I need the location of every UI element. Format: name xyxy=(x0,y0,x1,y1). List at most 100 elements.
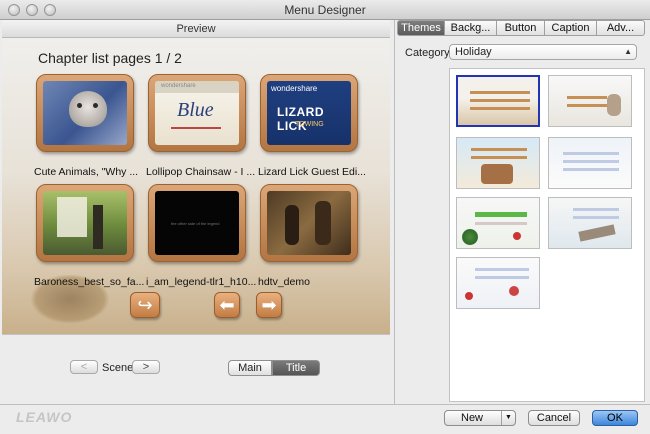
kitten-eye-left xyxy=(77,103,82,108)
kitten-shape xyxy=(69,91,107,127)
title-menu-toggle[interactable]: Title xyxy=(272,360,320,376)
thumb-3-title: LIZARD LICK xyxy=(277,105,324,133)
thumb-6-figure-1 xyxy=(285,205,299,245)
category-label: Category xyxy=(405,47,450,59)
new-button[interactable]: New ▼ xyxy=(444,410,516,426)
chapter-thumbnail-5[interactable]: the other side of the legend xyxy=(148,184,246,262)
preview-controls xyxy=(2,334,390,404)
theme-4-bar-2 xyxy=(563,160,619,163)
window-titlebar: Menu Designer xyxy=(0,0,650,20)
theme-3-bar-2 xyxy=(471,156,527,159)
chapter-caption-5[interactable]: i_am_legend-tlr1_h10... xyxy=(146,276,258,288)
theme-2-bar-2 xyxy=(567,104,607,107)
theme-1-bar-1 xyxy=(470,91,530,94)
chapter-caption-3[interactable]: Lizard Lick Guest Edi... xyxy=(258,166,370,178)
theme-item-6[interactable] xyxy=(548,197,632,249)
ok-button[interactable]: OK xyxy=(592,410,638,426)
return-menu-button[interactable]: ↪ xyxy=(130,292,160,318)
cancel-button[interactable]: Cancel xyxy=(528,410,580,426)
arrow-right-icon: ➡ xyxy=(261,295,277,315)
next-page-button[interactable]: ➡ xyxy=(256,292,282,318)
chapter-image-5: the other side of the legend xyxy=(155,191,239,255)
theme-6-bar-2 xyxy=(573,216,619,219)
kitten-eye-right xyxy=(93,103,98,108)
chapter-image-6 xyxy=(267,191,351,255)
theme-1-bar-3 xyxy=(470,107,530,110)
tab-themes[interactable]: Themes xyxy=(397,20,445,36)
thumb-6-figure-2 xyxy=(315,201,331,245)
thumb-3-brand: wondershare xyxy=(271,84,318,93)
main-menu-toggle[interactable]: Main xyxy=(228,360,272,376)
category-select[interactable]: Holiday ▲ xyxy=(449,44,637,60)
dropdown-arrows-icon: ▲ xyxy=(624,47,632,56)
theme-item-1[interactable] xyxy=(456,75,540,127)
theme-7-bar-1 xyxy=(475,268,529,271)
balloon-icon-2 xyxy=(509,286,519,296)
thumb-2-blue-text: Blue xyxy=(177,99,214,121)
leawo-logo: LEAWO xyxy=(16,409,73,425)
minimize-window-button[interactable] xyxy=(26,4,38,16)
theme-3-chest xyxy=(481,164,513,184)
thumb-5-text: the other side of the legend xyxy=(171,221,220,226)
scene-next-button[interactable]: > xyxy=(132,360,160,374)
chapter-thumbnail-6[interactable] xyxy=(260,184,358,262)
balloon-icon-1 xyxy=(465,292,473,300)
new-button-label: New xyxy=(461,412,484,424)
thumb-2-line xyxy=(171,127,221,129)
theme-item-5[interactable] xyxy=(456,197,540,249)
theme-1-bar-2 xyxy=(470,99,530,102)
close-window-button[interactable] xyxy=(8,4,20,16)
chapter-list-title[interactable]: Chapter list pages 1 / 2 xyxy=(38,50,182,66)
theme-item-7[interactable] xyxy=(456,257,540,309)
palm-icon xyxy=(461,228,479,246)
chevron-right-icon: > xyxy=(142,361,150,373)
chapter-caption-1[interactable]: Cute Animals, "Why ... xyxy=(34,166,146,178)
chapter-thumbnail-1[interactable] xyxy=(36,74,134,152)
new-dropdown-arrow-icon[interactable]: ▼ xyxy=(501,411,515,425)
thumb-2-brand: wondershare xyxy=(161,83,196,89)
theme-4-bar-3 xyxy=(563,168,619,171)
theme-6-chair xyxy=(578,224,616,242)
tab-background[interactable]: Backg... xyxy=(445,20,497,36)
chapter-thumbnail-4[interactable] xyxy=(36,184,134,262)
theme-5-dot xyxy=(513,232,521,240)
tab-advanced[interactable]: Adv... xyxy=(597,20,645,36)
chapter-image-2: wondershare Blue xyxy=(155,81,239,145)
theme-5-bar-2 xyxy=(475,222,527,225)
category-value: Holiday xyxy=(455,46,492,58)
theme-2-figure xyxy=(607,94,621,116)
chapter-thumbnail-2[interactable]: wondershare Blue xyxy=(148,74,246,152)
arrow-left-icon: ⬅ xyxy=(219,295,235,315)
chapter-caption-4[interactable]: Baroness_best_so_fa... xyxy=(34,276,146,288)
tab-caption[interactable]: Caption xyxy=(545,20,597,36)
return-icon: ↪ xyxy=(137,295,153,315)
thumb-4-cloth xyxy=(57,197,87,237)
theme-item-3[interactable] xyxy=(456,137,540,189)
scene-prev-button[interactable]: < xyxy=(70,360,98,374)
chapter-thumbnail-3[interactable]: wondershare LIZARD LICK TOWING xyxy=(260,74,358,152)
chevron-left-icon: < xyxy=(80,361,88,373)
theme-7-bar-2 xyxy=(475,276,529,279)
thumb-3-subtitle: TOWING xyxy=(295,121,324,128)
theme-6-bar-1 xyxy=(573,208,619,211)
zoom-window-button[interactable] xyxy=(44,4,56,16)
tab-button[interactable]: Button xyxy=(497,20,545,36)
theme-5-bar-1 xyxy=(475,212,527,217)
window-title: Menu Designer xyxy=(284,3,366,17)
settings-panel: Themes Backg... Button Caption Adv... Ca… xyxy=(394,20,648,404)
settings-tabs: Themes Backg... Button Caption Adv... xyxy=(397,20,645,36)
chapter-image-4 xyxy=(43,191,127,255)
chapter-image-1 xyxy=(43,81,127,145)
thumb-4-figure xyxy=(93,205,103,249)
chapter-image-3: wondershare LIZARD LICK TOWING xyxy=(267,81,351,145)
chapter-caption-6[interactable]: hdtv_demo xyxy=(258,276,370,288)
theme-item-2[interactable] xyxy=(548,75,632,127)
theme-item-4[interactable] xyxy=(548,137,632,189)
scene-label: Scene xyxy=(102,362,134,374)
chapter-caption-2[interactable]: Lollipop Chainsaw - I ... xyxy=(146,166,258,178)
theme-list[interactable] xyxy=(449,68,645,402)
theme-2-bar-1 xyxy=(567,96,607,99)
menu-preview-canvas[interactable]: Chapter list pages 1 / 2 wondershare Blu… xyxy=(2,38,390,334)
theme-3-bar-1 xyxy=(471,148,527,151)
previous-page-button[interactable]: ⬅ xyxy=(214,292,240,318)
